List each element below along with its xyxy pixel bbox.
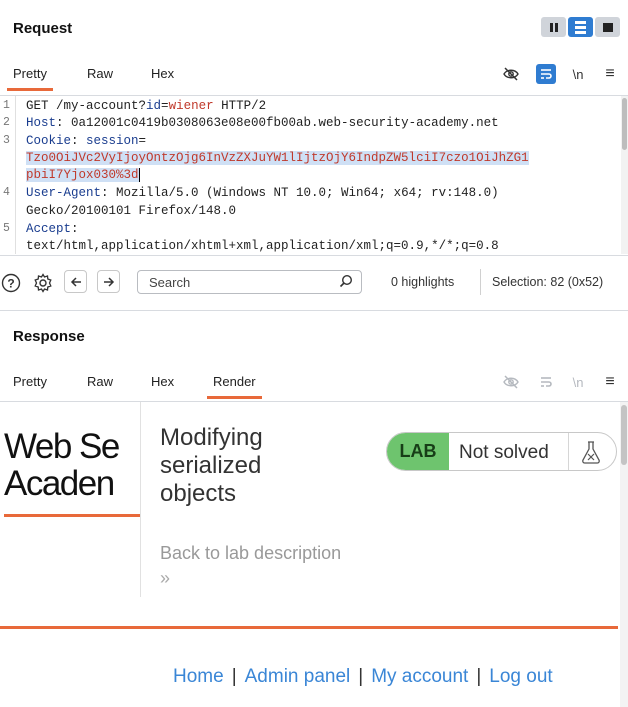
scrollbar-thumb[interactable]	[622, 98, 627, 150]
search-bar: ? 0 highlights Selection: 82 (0x52)	[0, 262, 628, 302]
response-tab-render[interactable]: Render	[207, 365, 262, 399]
selected-session-value[interactable]: Tzo0OiJVc2VyIjoyOntzOjg6InVzZXJuYW1lIjtz…	[26, 151, 529, 165]
account-nav: Home | Admin panel | My account | Log out	[173, 666, 553, 688]
eye-slash-icon[interactable]	[501, 64, 521, 84]
lab-title-line: Modifying	[160, 424, 263, 451]
nav-separator: |	[358, 666, 364, 687]
chevron-right-icon[interactable]: »	[160, 568, 170, 589]
selected-session-value[interactable]: pbiI7Yjox030%3d	[26, 168, 139, 182]
flask-icon	[568, 433, 612, 470]
editor-divider	[0, 255, 628, 256]
editor-scrollbar[interactable]	[621, 96, 628, 254]
layout-side-by-side-button[interactable]	[541, 17, 566, 37]
cookie-value-line[interactable]: pbiI7Yjox030%3d	[26, 168, 140, 182]
nav-log-out-link[interactable]: Log out	[489, 666, 552, 687]
cookie-value-line[interactable]: Tzo0OiJVc2VyIjoyOntzOjg6InVzZXJuYW1lIjtz…	[26, 151, 529, 165]
user-agent-line: User-Agent: Mozilla/5.0 (Windows NT 10.0…	[26, 186, 499, 200]
request-tab-pretty[interactable]: Pretty	[7, 57, 53, 91]
svg-text:?: ?	[7, 277, 14, 291]
panel-divider	[0, 310, 628, 311]
title-column-divider	[140, 402, 141, 597]
newline-toggle-icon[interactable]: \n	[568, 64, 588, 84]
line-number: 4	[3, 186, 10, 199]
wrap-lines-icon[interactable]	[536, 64, 556, 84]
request-line: GET /my-account?id=wiener HTTP/2	[26, 99, 267, 113]
request-tab-hex[interactable]: Hex	[151, 57, 174, 91]
lab-label: LAB	[387, 433, 449, 470]
header-rule	[0, 626, 618, 629]
line-number: 3	[3, 134, 10, 147]
nav-home-link[interactable]: Home	[173, 666, 224, 687]
nav-my-account-link[interactable]: My account	[371, 666, 468, 687]
hamburger-menu-icon[interactable]: ≡	[600, 372, 620, 392]
line-number: 5	[3, 222, 10, 235]
response-tab-pretty[interactable]: Pretty	[13, 365, 47, 399]
line-number: 2	[3, 116, 10, 129]
lab-title-line: serialized	[160, 452, 262, 479]
help-icon[interactable]: ?	[1, 273, 21, 293]
search-box	[137, 270, 362, 294]
request-tabbar: Pretty Raw Hex \n ≡	[0, 57, 628, 91]
response-title: Response	[13, 328, 85, 345]
previous-match-button[interactable]	[64, 270, 87, 293]
host-header-line: Host: 0a12001c0419b0308063e08e00fb00ab.w…	[26, 116, 499, 130]
logo-underline	[4, 514, 140, 517]
logo-line: Web Se	[4, 427, 120, 466]
eye-slash-icon	[501, 372, 521, 392]
line-number: 1	[3, 99, 10, 112]
hamburger-menu-icon[interactable]: ≡	[600, 64, 620, 84]
request-header: Request	[0, 0, 628, 56]
logo-line: Acaden	[4, 464, 115, 503]
lab-title-line: objects	[160, 480, 237, 507]
layout-stacked-button[interactable]	[568, 17, 593, 37]
accept-value-line: text/html,application/xhtml+xml,applicat…	[26, 239, 499, 253]
request-title: Request	[13, 20, 73, 37]
wrap-lines-icon	[536, 372, 556, 392]
arrow-left-icon	[70, 276, 81, 287]
response-tab-raw[interactable]: Raw	[87, 365, 113, 399]
scrollbar-thumb[interactable]	[621, 405, 627, 465]
next-match-button[interactable]	[97, 270, 120, 293]
lab-status-text: Not solved	[459, 442, 549, 463]
gear-icon[interactable]	[33, 273, 53, 293]
newline-toggle-icon: \n	[572, 374, 584, 390]
search-input[interactable]	[149, 275, 329, 290]
arrow-right-icon	[103, 276, 114, 287]
highlights-count: 0 highlights	[391, 275, 455, 289]
accept-header-line: Accept:	[26, 222, 79, 236]
lab-title: Modifying serialized objects	[160, 424, 360, 508]
search-separator	[480, 269, 481, 295]
render-scrollbar[interactable]	[620, 402, 628, 707]
request-tab-raw[interactable]: Raw	[87, 57, 113, 91]
cookie-header-line: Cookie: session=	[26, 134, 147, 148]
response-tab-hex[interactable]: Hex	[151, 365, 174, 399]
nav-admin-panel-link[interactable]: Admin panel	[245, 666, 351, 687]
selection-info: Selection: 82 (0x52)	[492, 275, 604, 289]
layout-single-button[interactable]	[595, 17, 620, 37]
request-editor[interactable]: 1 2 3 4 5 GET /my-account?id=wiener HTTP…	[0, 96, 628, 254]
search-icon[interactable]	[339, 274, 353, 291]
layout-toggles	[541, 17, 620, 37]
user-agent-cont-line: Gecko/20100101 Firefox/148.0	[26, 204, 237, 218]
nav-separator: |	[476, 666, 482, 687]
rendered-page: Web Se Acaden Modifying serialized objec…	[0, 402, 628, 707]
back-to-lab-description-link[interactable]: Back to lab description	[160, 543, 341, 564]
lab-status-badge: LAB Not solved	[386, 432, 617, 471]
academy-logo[interactable]: Web Se Acaden	[4, 427, 120, 503]
response-tabbar: Pretty Raw Hex Render \n ≡	[0, 365, 628, 399]
nav-separator: |	[231, 666, 237, 687]
